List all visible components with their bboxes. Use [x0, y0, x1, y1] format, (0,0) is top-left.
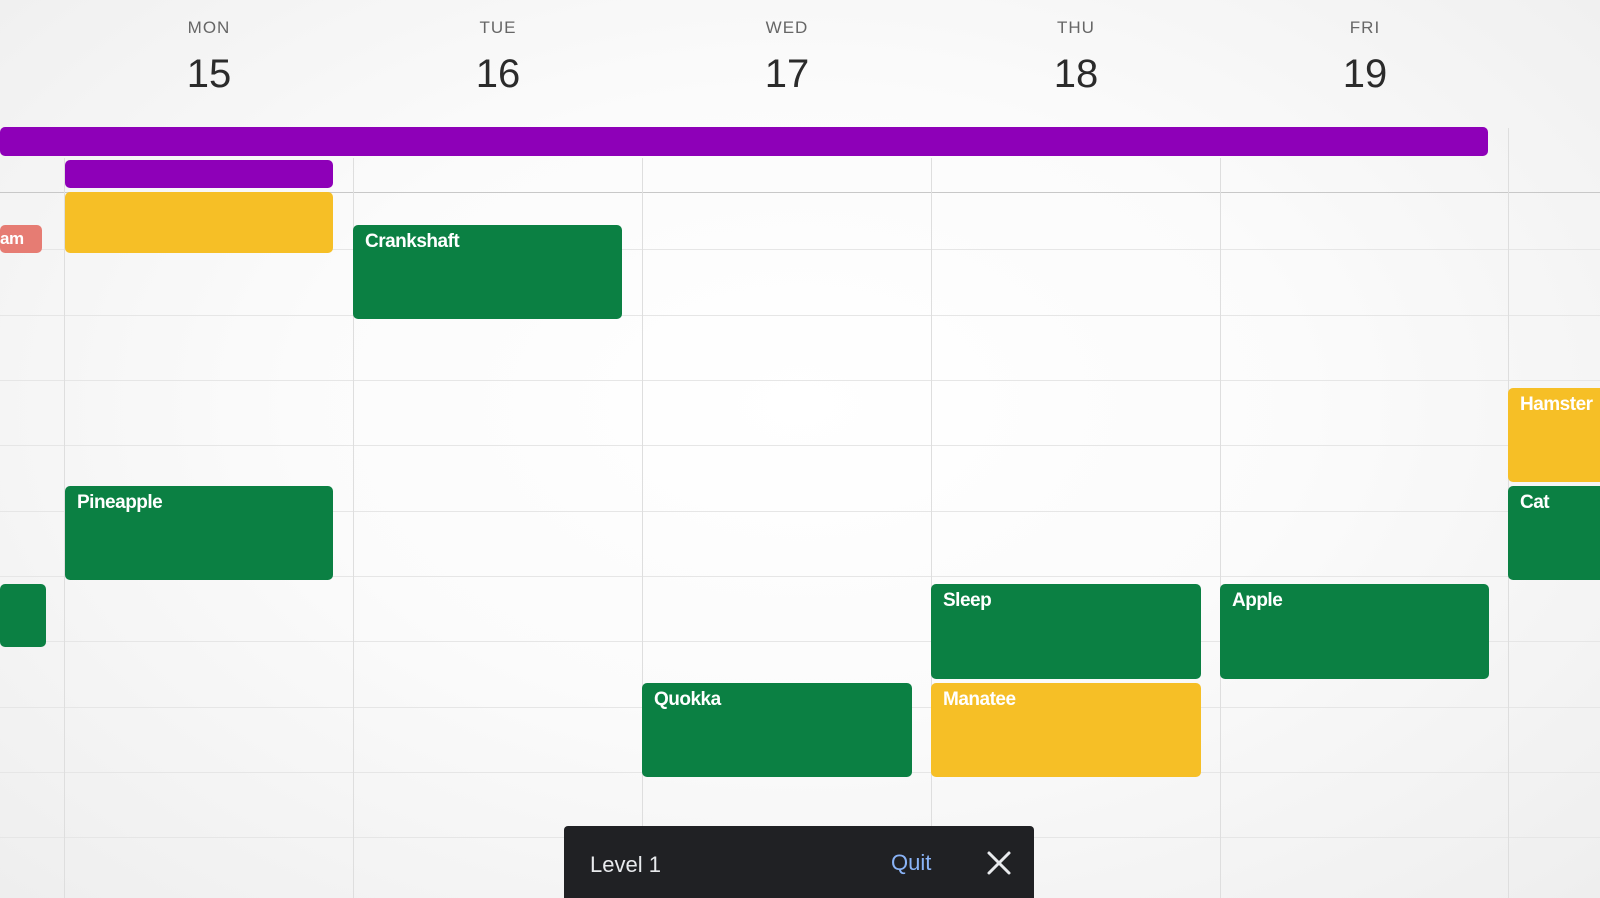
all-day-event-mon[interactable] [65, 160, 333, 188]
day-column-line [642, 158, 643, 898]
event-manatee[interactable]: Manatee [931, 683, 1201, 777]
day-number: 16 [475, 52, 521, 96]
event-quokka[interactable]: Quokka [642, 683, 912, 777]
quit-button[interactable]: Quit [891, 850, 931, 876]
level-label: Level 1 [590, 852, 661, 877]
level-toast: Level 1 Quit [564, 826, 1034, 898]
day-name: MON [187, 18, 231, 37]
hour-line [0, 315, 1600, 316]
day-column-line [931, 158, 932, 898]
event-cat[interactable]: Cat [1508, 486, 1600, 580]
day-name: THU [1057, 18, 1095, 37]
calendar-week-view: MON 15 TUE 16 WED 17 THU 18 FRI 19 am Cr… [0, 0, 1600, 898]
all-day-event-long[interactable] [0, 127, 1488, 156]
day-number: 17 [764, 52, 810, 96]
event-sleep[interactable]: Sleep [931, 584, 1201, 679]
close-icon[interactable] [982, 846, 1016, 880]
day-number: 18 [1053, 52, 1099, 96]
day-name: FRI [1349, 18, 1381, 37]
hour-line [0, 380, 1600, 381]
day-column-line [1220, 158, 1221, 898]
day-number: 15 [186, 52, 232, 96]
day-number: 19 [1342, 52, 1388, 96]
event-hamster[interactable]: Hamster [1508, 388, 1600, 482]
event-left-edge-green[interactable] [0, 584, 46, 647]
hour-line [0, 445, 1600, 446]
day-name: WED [765, 18, 809, 37]
day-name: TUE [479, 18, 517, 37]
event-pineapple[interactable]: Pineapple [65, 486, 333, 580]
event-apple[interactable]: Apple [1220, 584, 1489, 679]
event-left-edge-red[interactable]: am [0, 225, 42, 253]
event-mon-yellow[interactable] [65, 192, 333, 253]
event-crankshaft[interactable]: Crankshaft [353, 225, 622, 319]
